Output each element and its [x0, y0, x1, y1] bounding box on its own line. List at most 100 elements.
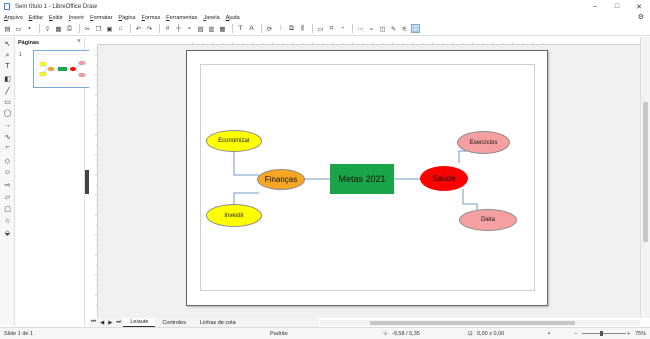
- menu-arquivo[interactable]: Arquivo: [4, 15, 23, 21]
- horizontal-scrollbar[interactable]: [320, 320, 640, 326]
- grid-icon[interactable]: #: [163, 24, 172, 33]
- toolbar-separator: [159, 24, 160, 33]
- tab-linhas-de-cota[interactable]: Linhas de cota: [193, 318, 243, 327]
- line-tool-icon[interactable]: ╱: [3, 86, 12, 95]
- drawing-page[interactable]: Economizar Investir Finanças Metas 2021 …: [186, 50, 548, 306]
- node-financas[interactable]: Finanças: [257, 169, 305, 190]
- vertical-scroll-thumb[interactable]: [643, 102, 648, 242]
- menu-inserir[interactable]: Inserir: [69, 15, 84, 21]
- zoom-icon[interactable]: ⌕: [185, 24, 194, 33]
- glue-points-icon[interactable]: ⌁: [367, 24, 376, 33]
- next-tab-icon[interactable]: ▶: [108, 320, 112, 326]
- rectangle-tool-icon[interactable]: ▭: [3, 97, 12, 106]
- export-pdf-icon[interactable]: ▦: [54, 24, 63, 33]
- paste-icon[interactable]: ▣: [105, 24, 114, 33]
- clone-formatting-icon[interactable]: ⌂: [116, 24, 125, 33]
- close-icon[interactable]: ×: [77, 38, 81, 45]
- redo-icon[interactable]: ↷: [145, 24, 154, 33]
- align-icon[interactable]: ⫶: [276, 24, 285, 33]
- zoom-in-icon[interactable]: +: [627, 331, 630, 337]
- line-arrow-icon[interactable]: →: [3, 121, 12, 130]
- page-thumbnail[interactable]: [33, 50, 95, 88]
- textbox-icon[interactable]: T: [236, 24, 245, 33]
- sidebar-settings-icon[interactable]: ⚙: [638, 13, 644, 21]
- print-icon[interactable]: ⎙: [65, 24, 74, 33]
- toolbar-separator: [312, 24, 313, 33]
- save-icon[interactable]: ▪: [25, 24, 34, 33]
- tab-leiaute[interactable]: Leiaute: [123, 318, 156, 327]
- transformations-icon[interactable]: ⟳: [265, 24, 274, 33]
- menu-exibir[interactable]: Exibir: [49, 15, 63, 21]
- menu-ferramentas[interactable]: Ferramentas: [166, 15, 197, 21]
- ruler-ticks: [95, 54, 97, 306]
- drawing-canvas[interactable]: Economizar Investir Finanças Metas 2021 …: [98, 45, 640, 318]
- block-arrows-icon[interactable]: ⇨: [3, 180, 12, 189]
- copy-icon[interactable]: ❐: [94, 24, 103, 33]
- node-metas-2021[interactable]: Metas 2021: [330, 164, 394, 194]
- node-saude[interactable]: Saúde: [420, 166, 468, 191]
- menu-bar: Arquivo Editar Exibir Inserir Formatar P…: [0, 13, 650, 22]
- filter-icon[interactable]: ◔: [338, 24, 347, 33]
- arrange-icon[interactable]: ⧉: [287, 24, 296, 33]
- layer-tabs-bar: ⏮ ◀ ▶ ⏭ Leiaute Controles Linhas de cota: [89, 318, 319, 327]
- zoom-out-icon[interactable]: −: [574, 331, 577, 337]
- node-economizar[interactable]: Economizar: [206, 130, 262, 152]
- select-tool-icon[interactable]: ↖: [3, 39, 12, 48]
- menu-janela[interactable]: Janela: [203, 15, 219, 21]
- last-tab-icon[interactable]: ⏭: [116, 319, 121, 326]
- menu-pagina[interactable]: Página: [118, 15, 135, 21]
- zoom-level[interactable]: 75%: [635, 331, 646, 337]
- helplines-icon[interactable]: ┼: [174, 24, 183, 33]
- flowchart-icon[interactable]: ▱: [3, 192, 12, 201]
- cursor-position: -9,58 / 5,35: [392, 331, 420, 337]
- first-tab-icon[interactable]: ⏮: [91, 319, 96, 326]
- points-icon[interactable]: ⋯: [356, 24, 365, 33]
- menu-editar[interactable]: Editar: [29, 15, 43, 21]
- ellipse-tool-icon[interactable]: ◯: [3, 108, 12, 117]
- node-exercicios[interactable]: Exercícios: [457, 131, 510, 154]
- new-icon[interactable]: ▤: [3, 24, 12, 33]
- select-mode-icon[interactable]: ⬚: [411, 24, 420, 33]
- menu-formatar[interactable]: Formatar: [90, 15, 112, 21]
- undo-icon[interactable]: ↶: [134, 24, 143, 33]
- edit-glue-icon[interactable]: ⚟: [400, 24, 409, 33]
- table-icon[interactable]: ▦: [218, 24, 227, 33]
- open-icon[interactable]: ▭: [14, 24, 23, 33]
- close-icon[interactable]: ✕: [628, 0, 650, 13]
- distribute-icon[interactable]: ⫼: [298, 24, 307, 33]
- pages-panel-title: Páginas: [18, 40, 40, 46]
- toggle-extrusion-icon[interactable]: ◫: [378, 24, 387, 33]
- fill-color-icon[interactable]: ◧: [3, 74, 12, 83]
- show-draw-functions-icon[interactable]: ✎: [389, 24, 398, 33]
- shadow-icon[interactable]: ▭: [316, 24, 325, 33]
- 3d-objects-icon[interactable]: ⬙: [3, 228, 12, 237]
- cut-icon[interactable]: ✂: [83, 24, 92, 33]
- text-tool-icon[interactable]: T: [3, 62, 12, 71]
- connector-tool-icon[interactable]: ⌐: [3, 143, 12, 152]
- image-icon[interactable]: ▨: [196, 24, 205, 33]
- crop-icon[interactable]: ⌗: [327, 24, 336, 33]
- symbol-shapes-icon[interactable]: ☺: [3, 168, 12, 177]
- basic-shapes-icon[interactable]: ◇: [3, 156, 12, 165]
- horizontal-scroll-thumb[interactable]: [370, 321, 575, 325]
- document-modified-icon: ▪: [548, 331, 550, 337]
- stars-icon[interactable]: ☆: [3, 216, 12, 225]
- zoom-pan-icon[interactable]: ⌕: [3, 51, 12, 60]
- prev-tab-icon[interactable]: ◀: [100, 320, 104, 326]
- node-investir[interactable]: Investir: [206, 204, 262, 227]
- maximize-icon[interactable]: □: [606, 0, 628, 13]
- layout-name: Padrão: [270, 331, 288, 337]
- node-dieta[interactable]: Dieta: [459, 209, 517, 231]
- zoom-slider[interactable]: [582, 333, 626, 334]
- menu-ajuda[interactable]: Ajuda: [226, 15, 240, 21]
- callouts-icon[interactable]: ▢: [3, 204, 12, 213]
- tab-controles[interactable]: Controles: [155, 318, 193, 327]
- chart-icon[interactable]: ▥: [207, 24, 216, 33]
- fontwork-icon[interactable]: A: [247, 24, 256, 33]
- curve-tool-icon[interactable]: ∿: [3, 132, 12, 141]
- menu-formas[interactable]: Formas: [142, 15, 161, 21]
- export-icon[interactable]: ⇪: [43, 24, 52, 33]
- vertical-scrollbar[interactable]: [640, 37, 650, 318]
- minimize-icon[interactable]: –: [584, 0, 606, 13]
- zoom-slider-handle[interactable]: [600, 331, 603, 336]
